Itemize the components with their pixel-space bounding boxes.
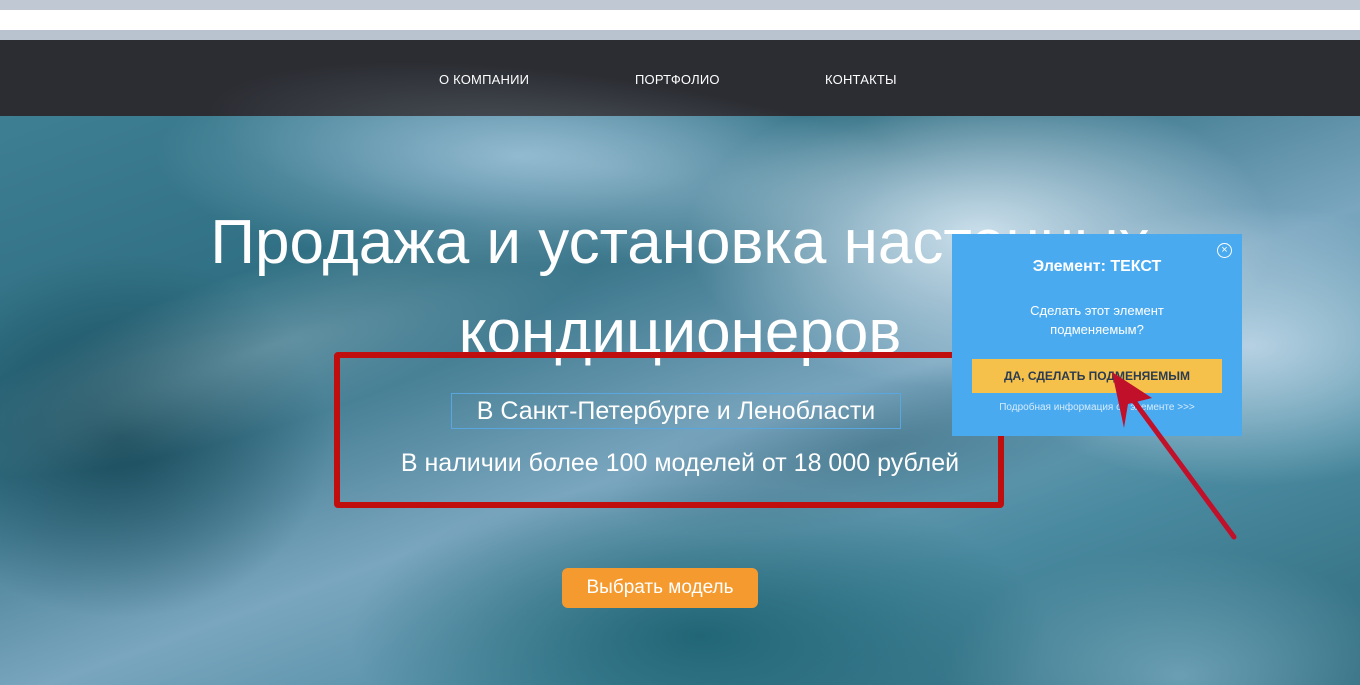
popup-question: Сделать этот элемент подменяемым? bbox=[1030, 303, 1164, 337]
browser-divider bbox=[0, 30, 1360, 40]
browser-top-strip bbox=[0, 0, 1360, 10]
highlight-box-annotation bbox=[334, 352, 1004, 508]
element-popup: × Элемент: ТЕКСТ Сделать этот элемент по… bbox=[952, 234, 1242, 436]
popup-title: Элемент: ТЕКСТ bbox=[1032, 258, 1162, 275]
browser-toolbar-area bbox=[0, 10, 1360, 30]
close-icon[interactable]: × bbox=[1217, 243, 1232, 258]
page: О КОМПАНИИ ПОРТФОЛИО КОНТАКТЫ Продажа и … bbox=[0, 0, 1360, 685]
element-info-link[interactable]: Подробная информация об элементе >>> bbox=[952, 402, 1242, 413]
nav-item-contacts[interactable]: КОНТАКТЫ bbox=[825, 72, 897, 87]
make-replaceable-button[interactable]: ДА, СДЕЛАТЬ ПОДМЕНЯЕМЫМ bbox=[972, 359, 1222, 393]
choose-model-button[interactable]: Выбрать модель bbox=[562, 568, 758, 608]
